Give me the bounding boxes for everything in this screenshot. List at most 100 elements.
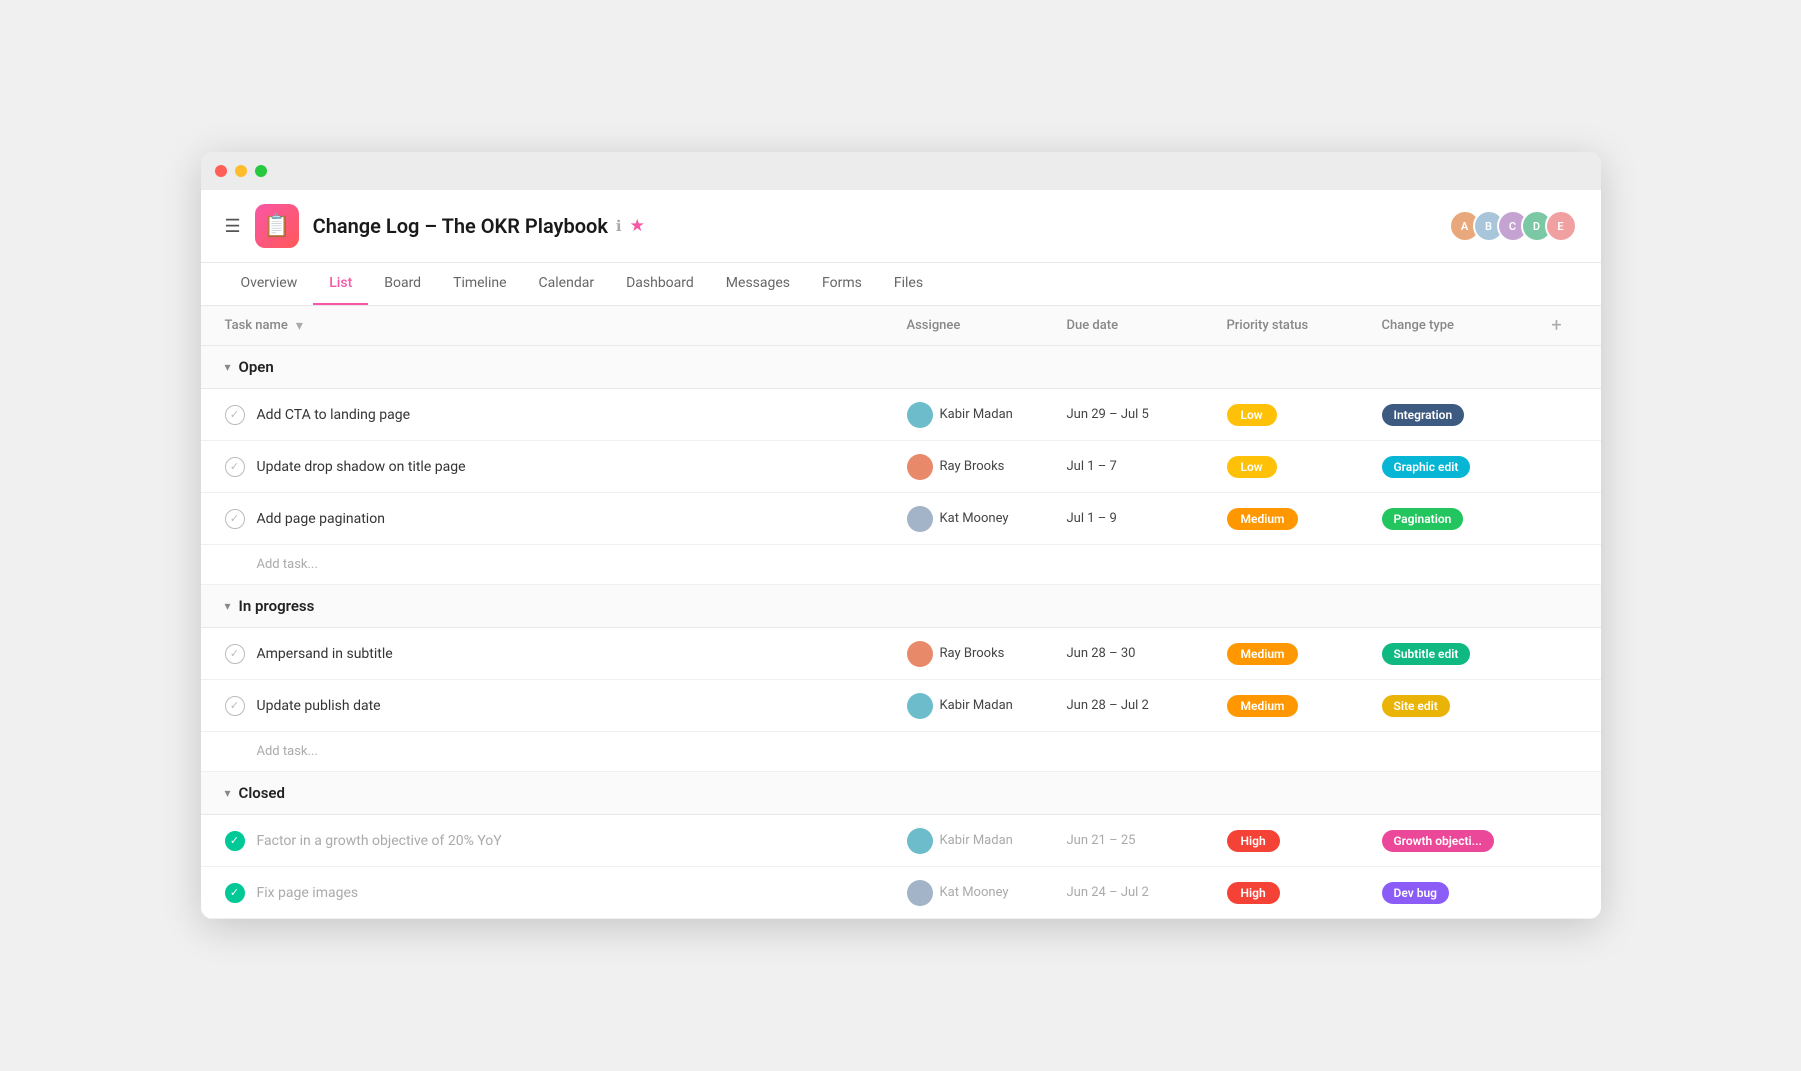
priority-badge-6: High	[1227, 830, 1280, 852]
table-row: ✓ Add CTA to landing page Kabir Madan Ju…	[201, 389, 1601, 441]
table-row: ✓ Ampersand in subtitle Ray Brooks Jun 2…	[201, 628, 1601, 680]
assignee-avatar-3	[907, 506, 933, 532]
assignee-avatar-1	[907, 402, 933, 428]
task-name-3[interactable]: Add page pagination	[257, 511, 907, 527]
due-date-4: Jun 28 – 30	[1067, 646, 1227, 661]
type-7: Dev bug	[1382, 882, 1537, 904]
tab-overview[interactable]: Overview	[225, 263, 314, 305]
table-row: ✓ Update publish date Kabir Madan Jun 28…	[201, 680, 1601, 732]
task-check-2[interactable]: ✓	[225, 457, 245, 477]
col-task-name: Task name ▾	[225, 318, 907, 334]
type-3: Pagination	[1382, 508, 1537, 530]
avatar-group: A B C D E	[1449, 210, 1577, 242]
task-name-2[interactable]: Update drop shadow on title page	[257, 459, 907, 475]
collapse-open-icon[interactable]: ▾	[225, 360, 231, 374]
star-icon[interactable]: ★	[630, 216, 645, 236]
tab-forms[interactable]: Forms	[806, 263, 878, 305]
due-date-2: Jul 1 – 7	[1067, 459, 1227, 474]
priority-1: Low	[1227, 404, 1382, 426]
priority-badge-1: Low	[1227, 404, 1277, 426]
assignee-avatar-4	[907, 641, 933, 667]
check-icon: ✓	[230, 512, 239, 525]
priority-2: Low	[1227, 456, 1382, 478]
avatar[interactable]: E	[1545, 210, 1577, 242]
priority-4: Medium	[1227, 643, 1382, 665]
maximize-button[interactable]	[255, 165, 267, 177]
section-title-in-progress: In progress	[239, 597, 315, 615]
tab-board[interactable]: Board	[368, 263, 437, 305]
collapse-closed-icon[interactable]: ▾	[225, 786, 231, 800]
task-check-4[interactable]: ✓	[225, 644, 245, 664]
assignee-cell-7: Kat Mooney	[907, 880, 1067, 906]
priority-badge-4: Medium	[1227, 643, 1299, 665]
close-button[interactable]	[215, 165, 227, 177]
info-icon[interactable]: ℹ	[616, 217, 622, 235]
app-header: ☰ 📋 Change Log – The OKR Playbook ℹ ★ A …	[201, 190, 1601, 263]
assignee-cell-3: Kat Mooney	[907, 506, 1067, 532]
priority-badge-2: Low	[1227, 456, 1277, 478]
type-badge-3: Pagination	[1382, 508, 1464, 530]
task-name-1[interactable]: Add CTA to landing page	[257, 407, 907, 423]
priority-3: Medium	[1227, 508, 1382, 530]
task-name-6[interactable]: Factor in a growth objective of 20% YoY	[257, 833, 907, 849]
tab-dashboard[interactable]: Dashboard	[610, 263, 710, 305]
task-check-3[interactable]: ✓	[225, 509, 245, 529]
task-check-5[interactable]: ✓	[225, 696, 245, 716]
priority-6: High	[1227, 830, 1382, 852]
tab-calendar[interactable]: Calendar	[523, 263, 611, 305]
section-header-in-progress: ▾ In progress	[201, 585, 1601, 628]
tab-list[interactable]: List	[313, 263, 368, 305]
tab-files[interactable]: Files	[878, 263, 939, 305]
add-column-button[interactable]: +	[1537, 315, 1577, 336]
check-icon: ✓	[230, 460, 239, 473]
priority-badge-5: Medium	[1227, 695, 1299, 717]
tab-timeline[interactable]: Timeline	[437, 263, 522, 305]
assignee-cell-1: Kabir Madan	[907, 402, 1067, 428]
col-due-date: Due date	[1067, 318, 1227, 333]
task-check-7[interactable]: ✓	[225, 883, 245, 903]
assignee-avatar-5	[907, 693, 933, 719]
sort-icon[interactable]: ▾	[296, 318, 303, 334]
add-task-in-progress[interactable]: Add task...	[201, 732, 1601, 772]
main-window: ☰ 📋 Change Log – The OKR Playbook ℹ ★ A …	[201, 152, 1601, 919]
due-date-7: Jun 24 – Jul 2	[1067, 885, 1227, 900]
nav-tabs: Overview List Board Timeline Calendar Da…	[201, 263, 1601, 306]
section-title-closed: Closed	[239, 784, 285, 802]
app-logo: 📋	[255, 204, 299, 248]
add-task-open[interactable]: Add task...	[201, 545, 1601, 585]
logo-icon: 📋	[263, 214, 290, 239]
task-check-6[interactable]: ✓	[225, 831, 245, 851]
task-check-1[interactable]: ✓	[225, 405, 245, 425]
assignee-cell-5: Kabir Madan	[907, 693, 1067, 719]
type-2: Graphic edit	[1382, 456, 1537, 478]
type-badge-5: Site edit	[1382, 695, 1450, 717]
tab-messages[interactable]: Messages	[710, 263, 806, 305]
hamburger-icon[interactable]: ☰	[225, 216, 241, 237]
collapse-in-progress-icon[interactable]: ▾	[225, 599, 231, 613]
check-icon: ✓	[230, 699, 239, 712]
section-open: ▾ Open ✓ Add CTA to landing page Kabir M…	[201, 346, 1601, 585]
titlebar	[201, 152, 1601, 190]
priority-badge-3: Medium	[1227, 508, 1299, 530]
table-row: ✓ Update drop shadow on title page Ray B…	[201, 441, 1601, 493]
assignee-cell-2: Ray Brooks	[907, 454, 1067, 480]
section-closed: ▾ Closed ✓ Factor in a growth objective …	[201, 772, 1601, 919]
assignee-cell-6: Kabir Madan	[907, 828, 1067, 854]
priority-7: High	[1227, 882, 1382, 904]
type-6: Growth objecti...	[1382, 830, 1537, 852]
type-badge-2: Graphic edit	[1382, 456, 1471, 478]
header-avatars: A B C D E	[1449, 210, 1577, 242]
assignee-cell-4: Ray Brooks	[907, 641, 1067, 667]
task-name-7[interactable]: Fix page images	[257, 885, 907, 901]
table-header: Task name ▾ Assignee Due date Priority s…	[201, 306, 1601, 346]
due-date-1: Jun 29 – Jul 5	[1067, 407, 1227, 422]
task-name-4[interactable]: Ampersand in subtitle	[257, 646, 907, 662]
type-badge-6: Growth objecti...	[1382, 830, 1494, 852]
type-badge-7: Dev bug	[1382, 882, 1449, 904]
priority-5: Medium	[1227, 695, 1382, 717]
app-title: Change Log – The OKR Playbook	[313, 214, 608, 238]
assignee-avatar-7	[907, 880, 933, 906]
table-row: ✓ Fix page images Kat Mooney Jun 24 – Ju…	[201, 867, 1601, 919]
task-name-5[interactable]: Update publish date	[257, 698, 907, 714]
minimize-button[interactable]	[235, 165, 247, 177]
